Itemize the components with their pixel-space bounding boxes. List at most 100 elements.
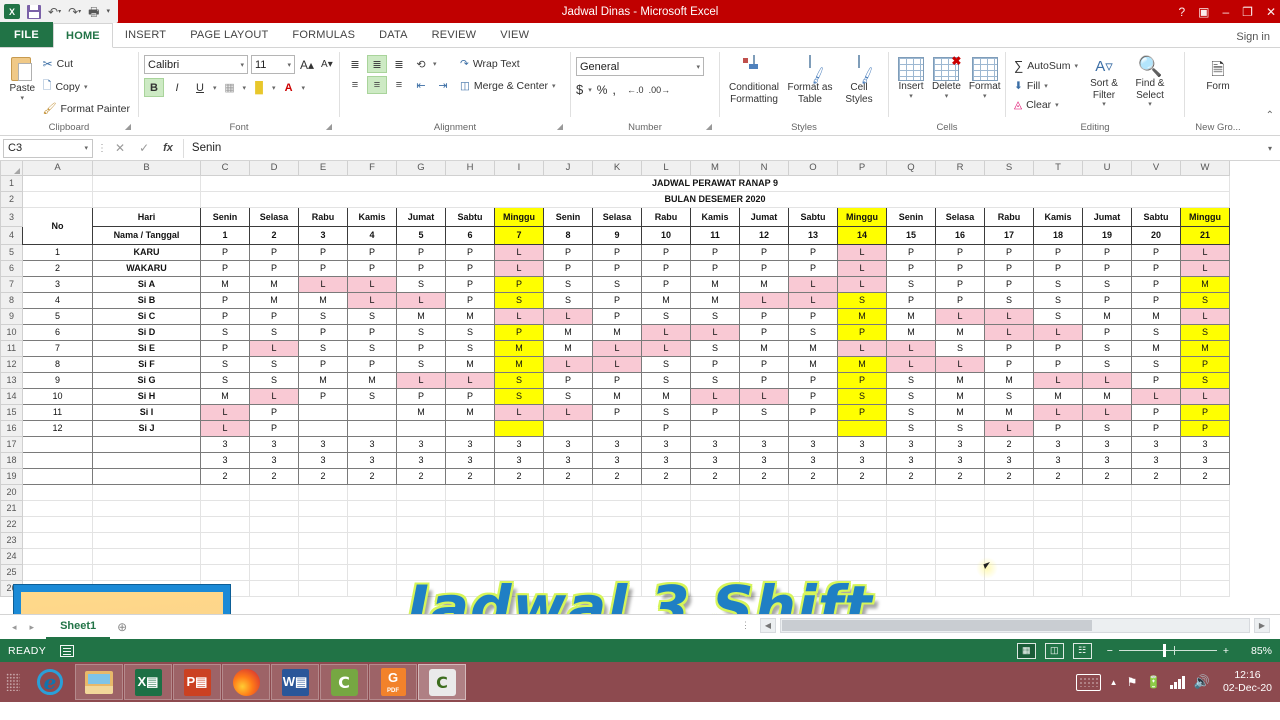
staff-name[interactable]: Si I (92, 403, 201, 421)
cell[interactable] (249, 547, 299, 565)
shift-cell[interactable] (494, 419, 544, 437)
summary-cell[interactable]: 3 (739, 451, 789, 469)
shift-cell[interactable]: S (200, 355, 250, 373)
cell[interactable] (641, 499, 691, 517)
shift-cell[interactable]: S (886, 275, 936, 293)
cell[interactable] (690, 515, 740, 533)
cell[interactable] (788, 563, 838, 581)
shift-cell[interactable]: P (886, 259, 936, 277)
staff-name[interactable]: Si H (92, 387, 201, 405)
cell[interactable] (249, 515, 299, 533)
cell[interactable] (347, 547, 397, 565)
cell[interactable] (1082, 547, 1132, 565)
cell[interactable] (494, 563, 544, 581)
cell[interactable] (1131, 579, 1181, 597)
shift-cell[interactable]: P (1033, 339, 1083, 357)
report-title[interactable]: JADWAL PERAWAT RANAP 9 (200, 174, 1230, 192)
summary-cell[interactable]: 2 (1180, 467, 1230, 485)
cell[interactable] (788, 515, 838, 533)
staff-no[interactable]: 8 (22, 355, 93, 373)
summary-cell[interactable]: 3 (298, 435, 348, 453)
day-header[interactable]: Rabu (984, 206, 1034, 227)
row-header-21[interactable]: 21 (0, 499, 23, 517)
shift-cell[interactable]: P (298, 323, 348, 341)
tab-data[interactable]: DATA (367, 22, 420, 47)
shift-cell[interactable]: P (347, 259, 397, 277)
column-header-A[interactable]: A (22, 161, 93, 176)
date-header[interactable]: 13 (788, 225, 838, 245)
cell[interactable] (92, 190, 201, 208)
shift-cell[interactable]: P (1131, 291, 1181, 309)
shift-cell[interactable]: P (690, 355, 740, 373)
shift-cell[interactable]: P (1033, 355, 1083, 373)
shift-cell[interactable]: P (347, 355, 397, 373)
shift-cell[interactable]: P (739, 259, 789, 277)
summary-cell[interactable]: 2 (984, 467, 1034, 485)
shift-cell[interactable]: P (788, 371, 838, 389)
shift-cell[interactable]: P (1082, 259, 1132, 277)
row-header-3[interactable]: 3 (0, 206, 23, 227)
cell[interactable] (592, 483, 642, 501)
shift-cell[interactable]: P (984, 243, 1034, 261)
zoom-out-button[interactable]: − (1107, 645, 1113, 657)
shift-cell[interactable]: S (396, 323, 446, 341)
cell[interactable] (886, 499, 936, 517)
cell[interactable] (935, 515, 985, 533)
font-color-button[interactable]: A (279, 78, 299, 97)
cell[interactable] (298, 563, 348, 581)
staff-name[interactable]: WAKARU (92, 259, 201, 277)
shift-cell[interactable]: M (886, 323, 936, 341)
cell[interactable] (22, 515, 93, 533)
shift-cell[interactable]: L (396, 291, 446, 309)
cell[interactable] (494, 579, 544, 597)
column-header-G[interactable]: G (396, 161, 446, 176)
shift-cell[interactable]: S (984, 387, 1034, 405)
format-cells-button[interactable]: Format ▾ (965, 55, 1005, 103)
shift-cell[interactable]: L (543, 355, 593, 373)
shift-cell[interactable]: L (690, 387, 740, 405)
borders-button[interactable]: ▦ (220, 78, 240, 97)
shift-cell[interactable]: P (1131, 243, 1181, 261)
shift-cell[interactable]: L (1033, 323, 1083, 341)
row-header-15[interactable]: 15 (0, 403, 23, 421)
cell-styles-button[interactable]: 🖌 Cell Styles (837, 54, 881, 107)
formula-input[interactable]: Senin (182, 138, 1263, 158)
shift-cell[interactable]: L (886, 355, 936, 373)
cell[interactable] (92, 483, 201, 501)
shift-cell[interactable]: P (494, 275, 544, 293)
date-header[interactable]: 15 (886, 225, 936, 245)
confirm-edit-button[interactable]: ✓ (139, 141, 149, 155)
cell[interactable] (396, 579, 446, 597)
wrap-text-button[interactable]: ↷ Wrap Text (457, 56, 559, 72)
shift-cell[interactable]: S (543, 291, 593, 309)
shift-cell[interactable]: P (249, 243, 299, 261)
shift-cell[interactable]: M (543, 323, 593, 341)
row-header-5[interactable]: 5 (0, 243, 23, 261)
summary-cell[interactable]: 2 (1082, 467, 1132, 485)
currency-button[interactable]: $ (576, 82, 583, 97)
shift-cell[interactable]: L (494, 307, 544, 325)
cell[interactable] (494, 483, 544, 501)
row-header-25[interactable]: 25 (0, 563, 23, 581)
shift-cell[interactable]: L (837, 339, 887, 357)
staff-no[interactable]: 12 (22, 419, 93, 437)
number-format-combo[interactable]: General ▾ (576, 57, 704, 76)
shift-cell[interactable]: P (984, 275, 1034, 293)
shift-cell[interactable]: L (1180, 387, 1230, 405)
summary-label[interactable] (92, 467, 201, 485)
row-header-22[interactable]: 22 (0, 515, 23, 533)
cell[interactable] (249, 531, 299, 549)
cell[interactable] (200, 515, 250, 533)
shift-cell[interactable]: S (249, 371, 299, 389)
clear-button[interactable]: ◬ Clear ▾ (1011, 97, 1081, 113)
fill-button[interactable]: ⬇ Fill ▾ (1011, 78, 1081, 94)
shift-cell[interactable]: L (1033, 371, 1083, 389)
cell[interactable] (445, 483, 495, 501)
day-header[interactable]: Selasa (592, 206, 642, 227)
shift-cell[interactable]: P (1131, 371, 1181, 389)
cell[interactable] (445, 547, 495, 565)
shift-cell[interactable]: M (445, 307, 495, 325)
shift-cell[interactable]: S (1033, 291, 1083, 309)
form-button[interactable]: 🗎 Form (1194, 57, 1242, 95)
help-button[interactable]: ? (1178, 5, 1185, 19)
